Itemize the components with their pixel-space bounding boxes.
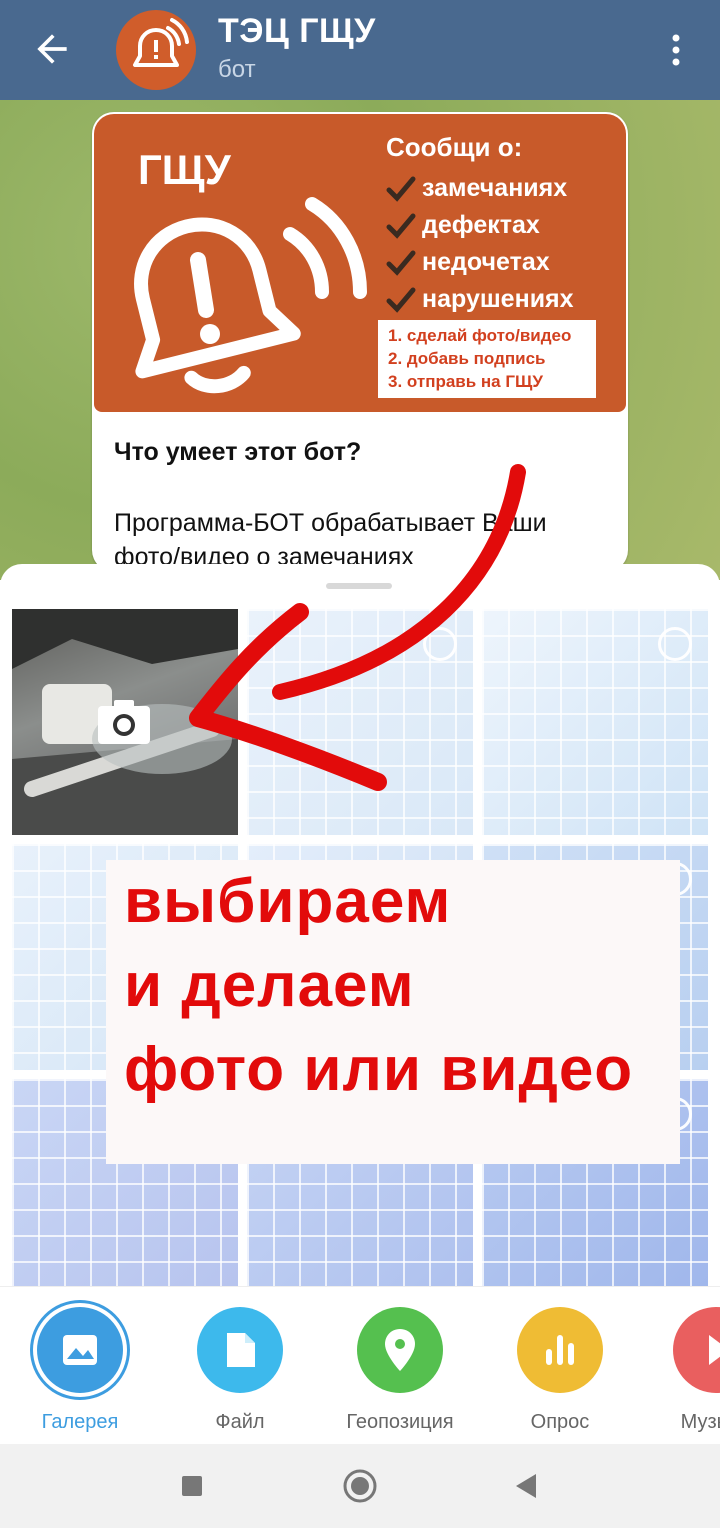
checklist-label: нарушениях <box>422 285 574 313</box>
sheet-drag-handle[interactable] <box>326 583 392 589</box>
check-icon <box>386 250 416 276</box>
more-options-icon[interactable] <box>664 30 688 70</box>
checklist-item: недочетах <box>386 244 574 281</box>
banner-report-heading: Сообщи о: <box>386 132 523 162</box>
back-nav-icon[interactable] <box>512 1472 540 1500</box>
annotation-textbox: выбираем и делаем фото или видео <box>106 860 680 1164</box>
select-circle-icon[interactable] <box>658 627 692 661</box>
chat-title[interactable]: ТЭЦ ГЩУ <box>218 12 376 51</box>
app-bar: ТЭЦ ГЩУ бот <box>0 0 720 100</box>
bot-banner-image: ГЩУ Сообщи о: замечаниях дефектах недоче… <box>94 114 626 412</box>
recent-apps-icon[interactable] <box>180 1474 204 1498</box>
attach-tab-bar: Галерея Файл Геопозиция Опрос Муз <box>0 1286 720 1444</box>
annotation-line: выбираем <box>124 867 452 936</box>
banner-brand: ГЩУ <box>138 146 231 193</box>
checklist-label: дефектах <box>422 211 540 239</box>
tab-label: Геопозиция <box>346 1411 454 1433</box>
message-text: Программа-БОТ обрабатывает Ваши фото/вид… <box>114 509 547 571</box>
check-icon <box>386 287 416 313</box>
select-circle-icon[interactable] <box>423 627 457 661</box>
file-icon <box>227 1333 255 1367</box>
checklist-label: недочетах <box>422 248 550 276</box>
checklist-item: дефектах <box>386 207 574 244</box>
checklist-label: замечаниях <box>422 174 568 202</box>
tab-poll[interactable]: Опрос <box>480 1307 640 1434</box>
check-icon <box>386 213 416 239</box>
step-item: 2. добавь подпись <box>388 349 546 368</box>
bell-alert-icon <box>134 197 367 394</box>
step-item: 1. сделай фото/видео <box>388 326 572 345</box>
tab-label: Файл <box>215 1411 265 1433</box>
gallery-icon <box>63 1335 97 1365</box>
step-item: 3. отправь на ГЩУ <box>388 372 543 391</box>
poll-icon <box>546 1335 574 1365</box>
bell-alert-icon <box>133 18 189 67</box>
camera-capture-tile[interactable] <box>12 609 238 835</box>
tab-label: Галерея <box>41 1411 119 1433</box>
back-arrow-icon[interactable] <box>30 27 74 71</box>
attach-bottom-sheet: выбираем и делаем фото или видео Галерея… <box>0 564 720 1444</box>
tab-file[interactable]: Файл <box>160 1307 320 1434</box>
annotation-line: и делаем <box>124 951 415 1020</box>
annotation-line: фото или видео <box>124 1035 634 1104</box>
bot-avatar[interactable] <box>116 10 196 90</box>
tab-gallery[interactable]: Галерея <box>0 1307 160 1434</box>
banner-steps-box: 1. сделай фото/видео 2. добавь подпись 3… <box>378 320 596 398</box>
chat-subtitle: бот <box>218 56 256 83</box>
tab-music[interactable]: Музыка <box>636 1307 720 1434</box>
gallery-tile[interactable] <box>247 609 473 835</box>
tab-label: Музыка <box>680 1411 720 1433</box>
checklist-item: замечаниях <box>386 170 574 207</box>
camera-icon[interactable] <box>96 698 152 746</box>
tab-location[interactable]: Геопозиция <box>320 1307 480 1434</box>
banner-checklist: замечаниях дефектах недочетах нарушениях <box>386 170 574 318</box>
tab-label: Опрос <box>530 1411 590 1433</box>
bot-info-message: ГЩУ Сообщи о: замечаниях дефектах недоче… <box>92 112 628 572</box>
message-heading: Что умеет этот бот? <box>114 438 362 466</box>
gallery-tile[interactable] <box>482 609 708 835</box>
checklist-item: нарушениях <box>386 281 574 318</box>
home-icon[interactable] <box>342 1468 378 1504</box>
music-icon <box>709 1335 720 1365</box>
location-icon <box>385 1329 415 1371</box>
system-nav-bar <box>0 1444 720 1528</box>
check-icon <box>386 176 416 202</box>
